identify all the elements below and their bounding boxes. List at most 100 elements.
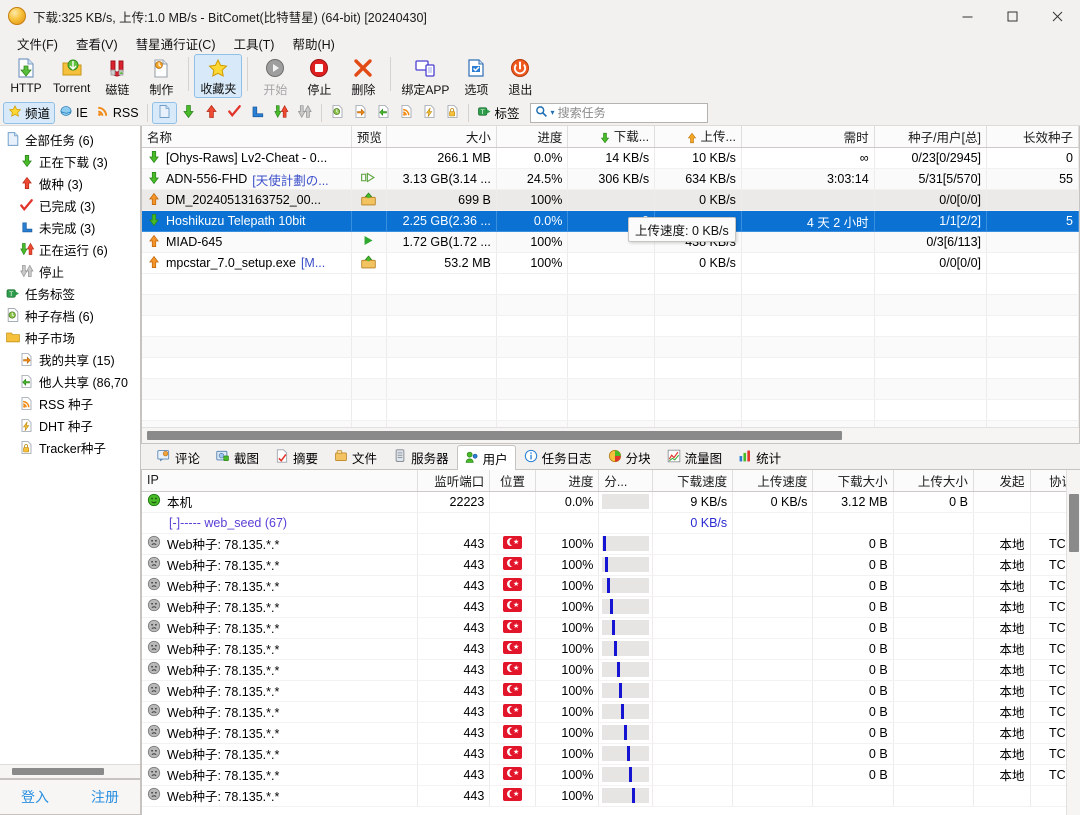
peer-col-progress[interactable]: 进度	[535, 470, 600, 492]
task-col-progress[interactable]: 进度	[496, 126, 569, 148]
table-row[interactable]: Web种子: 78.135.*.*443100%0 B本地TCP	[142, 554, 1080, 576]
sidebar-item-seeding[interactable]: 做种 (3)	[0, 172, 140, 194]
table-row[interactable]: Web种子: 78.135.*.* 443 100%	[142, 785, 1080, 807]
peer-col-location[interactable]: 位置	[489, 470, 536, 492]
tab-servers[interactable]: 服务器	[385, 445, 457, 469]
sidebar-item-incomplete[interactable]: 未完成 (3)	[0, 216, 140, 238]
toolbar-button-favorites[interactable]: 收藏夹	[194, 54, 243, 98]
toolbar2-others-share[interactable]	[372, 102, 395, 124]
task-col-size[interactable]: 大小	[386, 126, 497, 148]
tab-files[interactable]: 文件	[326, 445, 385, 469]
table-row[interactable]: [Ohys-Raws] Lv2-Cheat - 0... 266.1 MB 0.…	[142, 147, 1079, 169]
table-row[interactable]: Web种子: 78.135.*.*443100%0 B本地TCP	[142, 680, 1080, 702]
close-button[interactable]	[1035, 0, 1080, 32]
peer-col-blocks[interactable]: 分...	[598, 470, 653, 492]
tab-summary[interactable]: 摘要	[267, 445, 326, 469]
tab-screenshots[interactable]: 截图	[208, 445, 267, 469]
table-row[interactable]: Web种子: 78.135.*.*443100%0 B本地TCP	[142, 596, 1080, 618]
toolbar2-my-share[interactable]	[349, 102, 372, 124]
table-row[interactable]: [-]----- web_seed (67) 0 KB/s	[142, 512, 1080, 534]
signin-link[interactable]: 登入	[21, 787, 49, 807]
menu-item-tools[interactable]: 工具(T)	[225, 32, 284, 55]
toolbar-button-stop[interactable]: 停止	[297, 54, 341, 98]
sidebar-item-tracker-seed[interactable]: Tracker种子	[0, 436, 140, 458]
sidebar-item-torrent-market[interactable]: 种子市场	[0, 326, 140, 348]
task-list-horizontal-scrollbar[interactable]	[142, 427, 1079, 443]
sidebar-item-dht-seed[interactable]: DHT 种子	[0, 414, 140, 436]
table-row[interactable]: Web种子: 78.135.*.*443100%0 B本地TCP	[142, 617, 1080, 639]
toolbar2-filter-downloading[interactable]	[177, 102, 200, 124]
maximize-button[interactable]	[990, 0, 1035, 32]
menu-item-help[interactable]: 帮助(H)	[283, 32, 343, 55]
task-preview-cell[interactable]	[351, 168, 387, 190]
seed-box-icon[interactable]	[360, 254, 377, 272]
sidebar-item-stopped[interactable]: 停止	[0, 260, 140, 282]
sidebar-item-all-tasks[interactable]: 全部任务 (6)	[0, 128, 140, 150]
seed-box-icon[interactable]	[360, 191, 377, 209]
task-scroll-thumb[interactable]	[147, 431, 842, 440]
sidebar-item-others-share[interactable]: 他人共享 (86,70	[0, 370, 140, 392]
search-task-box[interactable]: ▾ 搜索任务	[529, 102, 708, 123]
sidebar-item-my-share[interactable]: 我的共享 (15)	[0, 348, 140, 370]
toolbar-button-magnet[interactable]: 磁链	[95, 54, 139, 98]
task-preview-cell[interactable]	[351, 210, 387, 232]
task-preview-cell[interactable]	[351, 147, 387, 169]
task-preview-cell[interactable]	[351, 189, 387, 211]
table-row[interactable]: Web种子: 78.135.*.*443100%0 B本地TCP	[142, 764, 1080, 786]
task-col-upload-speed[interactable]: 上传...	[654, 126, 742, 148]
table-row[interactable]: 本机 22223 0.0% 9 KB/s 0 KB/s 3.12 MB 0 B	[142, 491, 1080, 513]
toolbar-button-http[interactable]: HTTP	[4, 54, 48, 98]
sidebar-item-completed[interactable]: 已完成 (3)	[0, 194, 140, 216]
toolbar2-filter-stopped[interactable]	[293, 102, 317, 124]
peer-vertical-scrollbar[interactable]	[1066, 470, 1080, 815]
peer-col-origin[interactable]: 发起	[973, 470, 1031, 492]
toolbar-button-create[interactable]: 制作	[139, 54, 183, 98]
task-preview-cell[interactable]	[351, 252, 387, 274]
task-col-peers[interactable]: 种子/用户[总]	[874, 126, 988, 148]
sidebar-item-rss-seed[interactable]: RSS 种子	[0, 392, 140, 414]
table-row[interactable]: Web种子: 78.135.*.*443100%0 B本地TCP	[142, 575, 1080, 597]
task-col-longseeds[interactable]: 长效种子	[986, 126, 1079, 148]
tab-traffic-chart[interactable]: 流量图	[659, 445, 731, 469]
tab-pieces[interactable]: 分块	[600, 445, 659, 469]
peer-col-upload-size[interactable]: 上传大小	[893, 470, 974, 492]
toolbar-button-bind-app[interactable]: 绑定APP	[396, 54, 454, 98]
table-row[interactable]: Web种子: 78.135.*.*443100%0 B本地TCP	[142, 701, 1080, 723]
tab-task-log[interactable]: 任务日志	[516, 445, 600, 469]
toolbar2-tracker-seed[interactable]	[441, 102, 464, 124]
toolbar2-button-tag[interactable]: T 标签	[473, 102, 524, 124]
sidebar-item-task-tags[interactable]: T 任务标签	[0, 282, 140, 304]
peer-col-download-size[interactable]: 下载大小	[812, 470, 894, 492]
peer-col-ip[interactable]: IP	[142, 470, 419, 492]
task-preview-cell[interactable]	[351, 231, 387, 253]
menu-item-view[interactable]: 查看(V)	[67, 32, 127, 55]
sidebar-item-torrent-archive[interactable]: 种子存档 (6)	[0, 304, 140, 326]
toolbar2-rss-seed[interactable]	[395, 102, 418, 124]
peer-scroll-thumb[interactable]	[1069, 494, 1079, 552]
toolbar2-filter-seeding[interactable]	[200, 102, 223, 124]
table-row[interactable]: ADN-556-FHD [天使計劃の... 3.13 GB(3.14 ... 2…	[142, 168, 1079, 190]
sidebar-item-running[interactable]: 正在运行 (6)	[0, 238, 140, 260]
tab-comments[interactable]: 评论	[149, 445, 208, 469]
sidebar-horizontal-scrollbar[interactable]	[0, 764, 140, 778]
toolbar2-button-channel[interactable]: 频道	[3, 101, 56, 124]
toolbar-button-torrent[interactable]: Torrent	[48, 54, 95, 98]
toolbar2-seed-archive[interactable]	[326, 102, 349, 124]
task-col-download-speed[interactable]: 下载...	[567, 126, 656, 148]
chevron-down-icon[interactable]: ▾	[551, 108, 555, 117]
sidebar-tree[interactable]: 全部任务 (6) 正在下载 (3) 做种 (3) 已完成 (3) 未完成 (3)…	[0, 126, 141, 779]
menu-item-passport[interactable]: 彗星通行证(C)	[127, 32, 225, 55]
table-row[interactable]: MIAD-645 1.72 GB(1.72 ... 100% 438 KB/s …	[142, 231, 1079, 253]
sidebar-scroll-thumb[interactable]	[12, 768, 104, 775]
preview-play-green-icon[interactable]	[361, 236, 377, 250]
sidebar-item-downloading[interactable]: 正在下载 (3)	[0, 150, 140, 172]
toolbar2-filter-all[interactable]	[151, 101, 177, 124]
table-row[interactable]: Hoshikuzu Telepath 10bit 2.25 GB(2.36 ..…	[142, 210, 1079, 232]
table-row[interactable]: Web种子: 78.135.*.*443100%0 B本地TCP	[142, 743, 1080, 765]
table-row[interactable]: Web种子: 78.135.*.*443100%0 B本地TCP	[142, 659, 1080, 681]
tab-statistics[interactable]: 统计	[730, 445, 789, 469]
table-row[interactable]: mpcstar_7.0_setup.exe [M... 53.2 MB 100%	[142, 252, 1079, 274]
tab-peers[interactable]: 用户	[456, 445, 516, 470]
register-link[interactable]: 注册	[91, 787, 119, 807]
task-col-preview[interactable]: 预览	[351, 126, 387, 148]
